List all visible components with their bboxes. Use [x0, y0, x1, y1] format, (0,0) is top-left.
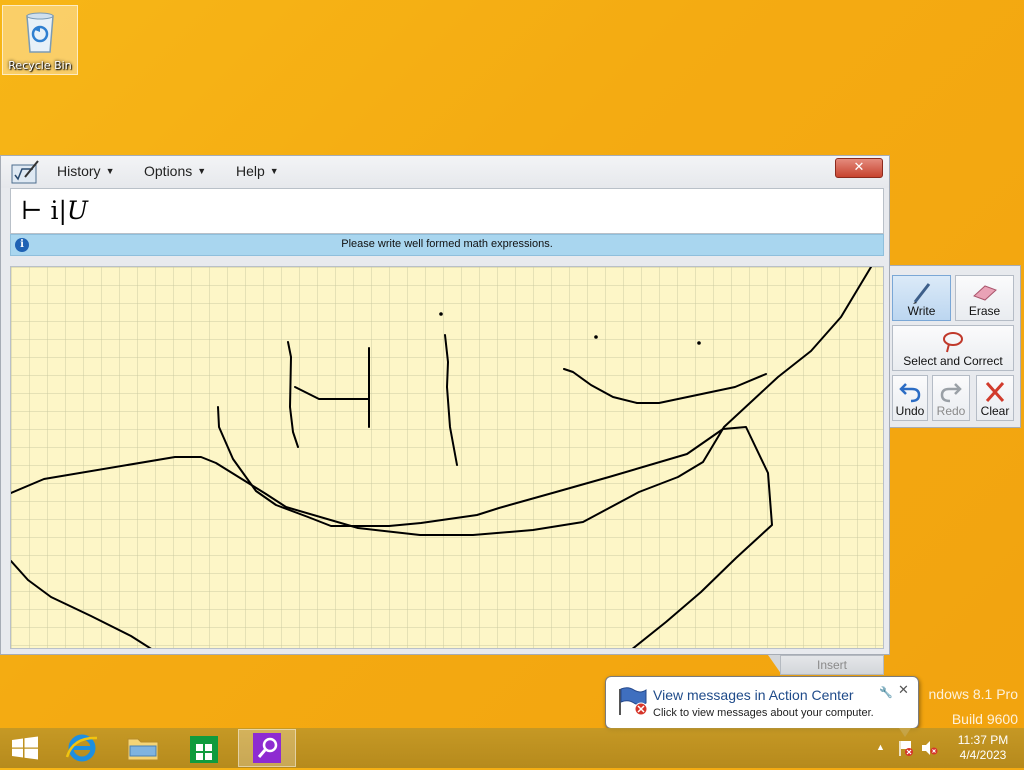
preview-expression-variable: U [66, 196, 88, 225]
chevron-down-icon: ▼ [269, 166, 279, 176]
write-button[interactable]: Write [892, 275, 951, 321]
magnifier-icon [253, 733, 281, 763]
taskbar-math-input-panel[interactable] [238, 729, 296, 767]
write-label: Write [907, 304, 936, 318]
clear-label: Clear [980, 404, 1010, 418]
watermark-build: Build 9600 [951, 711, 1018, 727]
math-input-panel-window: History ▼ Options ▼ Help ▼ ✕ ⊢ i|U i Please… [0, 155, 890, 655]
menu-help[interactable]: Help ▼ [236, 163, 279, 179]
menu-options[interactable]: Options ▼ [144, 163, 206, 179]
action-center-flag-icon [619, 687, 648, 716]
recognition-preview: ⊢ i|U [10, 188, 884, 234]
math-input-panel-app-icon[interactable] [11, 159, 39, 185]
store-icon [190, 736, 218, 763]
clear-x-icon [985, 382, 1005, 402]
info-bar: i Please write well formed math expressi… [10, 234, 884, 256]
folder-icon [127, 738, 159, 761]
erase-button[interactable]: Erase [955, 275, 1014, 321]
preview-expression: ⊢ i|U [21, 196, 88, 225]
info-message: Please write well formed math expression… [341, 238, 553, 250]
undo-button[interactable]: Undo [892, 375, 928, 421]
show-hidden-icons-arrow-icon[interactable]: ▲ [876, 742, 885, 752]
action-center-tray-icon[interactable] [897, 739, 915, 757]
redo-button[interactable]: Redo [932, 375, 970, 421]
volume-muted-icon[interactable] [920, 740, 938, 756]
tools-panel: Write Erase Select and Correct Undo Redo… [889, 265, 1021, 428]
lasso-icon [943, 332, 963, 353]
menu-history-label: History [57, 163, 101, 179]
redo-label: Redo [936, 404, 966, 418]
recycle-bin-desktop-icon[interactable]: Recycle Bin [2, 5, 78, 75]
select-and-correct-button[interactable]: Select and Correct [892, 325, 1014, 371]
start-button[interactable] [0, 729, 58, 767]
undo-label: Undo [895, 404, 925, 418]
close-icon[interactable]: ✕ [898, 683, 909, 698]
ink-strokes [11, 267, 872, 648]
wrench-icon[interactable]: 🔧 [879, 686, 893, 699]
erase-label: Erase [968, 304, 1001, 318]
insert-button[interactable]: Insert [780, 655, 884, 675]
writing-area[interactable] [10, 266, 884, 649]
eraser-icon [972, 285, 997, 301]
notification-title: View messages in Action Center [653, 687, 854, 703]
menu-history[interactable]: History ▼ [57, 163, 114, 179]
redo-arrow-icon [940, 383, 962, 403]
pen-icon [912, 283, 930, 304]
clock-date: 4/4/2023 [959, 748, 1007, 762]
title-bar: History ▼ Options ▼ Help ▼ ✕ [1, 156, 889, 188]
taskbar-store[interactable] [176, 729, 234, 767]
taskbar-internet-explorer[interactable] [53, 729, 111, 767]
close-icon: ✕ [853, 160, 865, 175]
menu-help-label: Help [236, 163, 265, 179]
clock-time: 11:37 PM [957, 733, 1009, 747]
internet-explorer-icon [65, 734, 98, 762]
notification-subtitle: Click to view messages about your comput… [653, 707, 874, 719]
action-center-notification[interactable]: View messages in Action Center Click to … [605, 676, 919, 737]
select-and-correct-label: Select and Correct [903, 354, 1003, 368]
clear-button[interactable]: Clear [976, 375, 1014, 421]
preview-expression-prefix: ⊢ i| [21, 196, 67, 225]
taskbar-clock[interactable]: 11:37 PM 4/4/2023 [948, 733, 1018, 763]
chevron-down-icon: ▼ [197, 166, 207, 176]
taskbar: ▲ [0, 728, 1024, 768]
taskbar-file-explorer[interactable] [114, 729, 172, 767]
recycle-bin-label: Recycle Bin [8, 59, 72, 72]
close-button[interactable]: ✕ [835, 158, 883, 178]
recycle-bin-icon [26, 12, 54, 53]
watermark-edition: ndows 8.1 Pro [928, 686, 1019, 702]
chevron-down-icon: ▼ [105, 166, 115, 176]
menu-options-label: Options [144, 163, 193, 179]
windows-logo-icon [12, 736, 38, 760]
undo-arrow-icon [899, 383, 921, 403]
